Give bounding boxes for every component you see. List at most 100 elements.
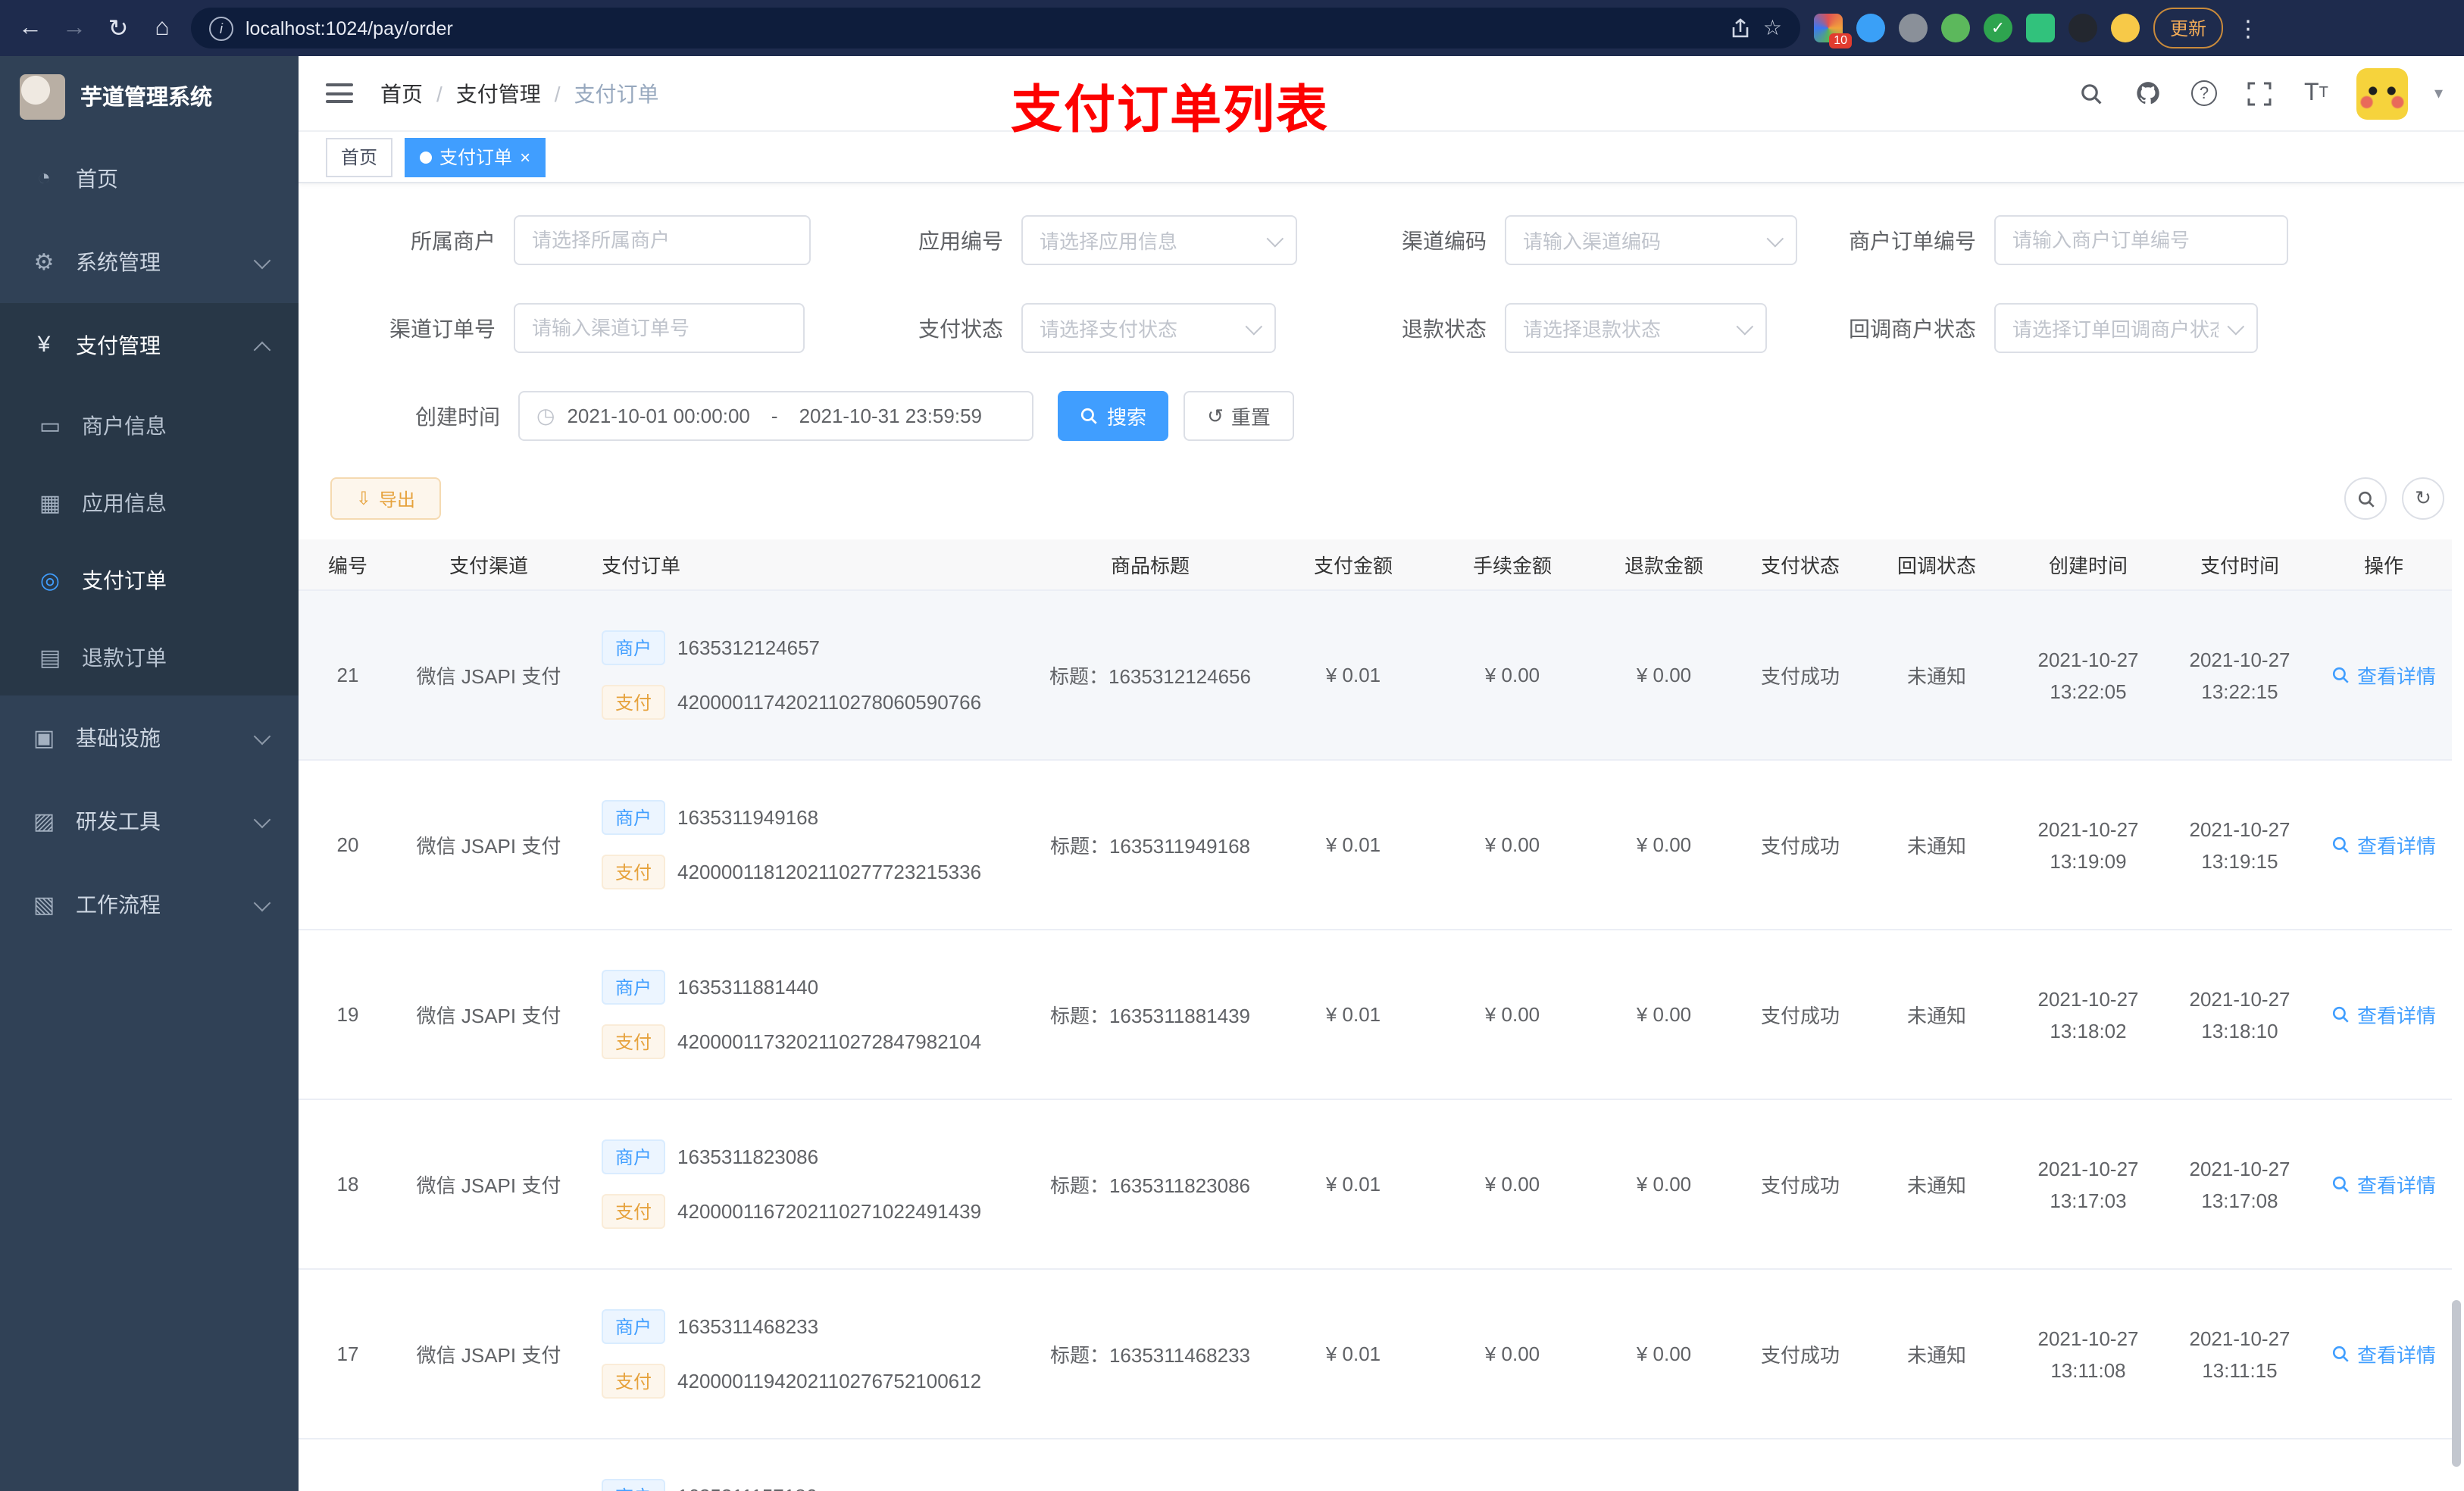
- view-detail-link[interactable]: 查看详情: [2331, 830, 2436, 859]
- pay-order-cell: 商户1635311157186 支付: [580, 1479, 1030, 1491]
- browser-menu-icon[interactable]: ⋮: [2237, 14, 2259, 42]
- product-title: 标题：1635311468233: [1049, 1344, 1251, 1367]
- tab-pay-order[interactable]: 支付订单 ×: [405, 137, 546, 177]
- home-icon[interactable]: ⌂: [147, 14, 177, 42]
- sidebar-item-payment[interactable]: ¥ 支付管理: [0, 303, 299, 386]
- callback-status-select[interactable]: 请选择订单回调商户状态: [1994, 303, 2258, 353]
- col-header: 支付订单: [602, 555, 681, 577]
- sidebar-item-system[interactable]: ⚙ 系统管理: [0, 220, 299, 303]
- view-detail-link[interactable]: 查看详情: [2331, 661, 2436, 689]
- help-icon[interactable]: ?: [2189, 80, 2219, 106]
- filter-callback-status: 回调商户状态 请选择订单回调商户状态: [1799, 303, 2258, 353]
- col-header: 创建时间: [2048, 555, 2128, 577]
- sidebar-item-refund-order[interactable]: ▤ 退款订单: [0, 618, 299, 695]
- extension-icon[interactable]: ✓: [1984, 14, 2012, 42]
- extension-icon[interactable]: [2111, 14, 2140, 42]
- merchant-order-no: 1635311823086: [677, 1146, 819, 1168]
- fullscreen-icon[interactable]: [2245, 81, 2275, 105]
- merchant-tag: 商户: [602, 970, 666, 1005]
- sidebar-item-merchant-info[interactable]: ▭ 商户信息: [0, 386, 299, 464]
- channel-order-no: 4200001167202110271022491439: [677, 1200, 982, 1223]
- extension-icon[interactable]: [1941, 14, 1970, 42]
- merchant-input[interactable]: [532, 229, 793, 252]
- refund-amount: ¥ 0.00: [1636, 1003, 1692, 1026]
- sidebar-item-home[interactable]: ◔ 首页: [0, 136, 299, 220]
- chevron-up-icon: [253, 341, 271, 359]
- address-bar[interactable]: i localhost:1024/pay/order ☆: [191, 8, 1800, 48]
- notify-status: 未通知: [1906, 1174, 1966, 1197]
- scrollbar-thumb[interactable]: [2452, 1300, 2461, 1467]
- sidebar-item-infrastructure[interactable]: ▣ 基础设施: [0, 695, 299, 779]
- breadcrumb-home[interactable]: 首页: [380, 78, 423, 108]
- font-size-icon[interactable]: TT: [2301, 80, 2331, 107]
- target-icon: ◎: [39, 567, 61, 593]
- pay-status: 支付成功: [1760, 1174, 1840, 1197]
- caret-down-icon[interactable]: ▾: [2434, 83, 2443, 103]
- export-button[interactable]: ⇩ 导出: [330, 477, 441, 520]
- extension-icon[interactable]: [2026, 14, 2055, 42]
- pay-order-cell: 商户 1635312124657 支付 4200001174202110278060…: [580, 630, 1030, 720]
- extension-icon[interactable]: [1899, 14, 1928, 42]
- collapse-sidebar-icon[interactable]: [326, 83, 353, 103]
- refund-status-select[interactable]: 请选择退款状态: [1505, 303, 1767, 353]
- app-logo: 芋道管理系统: [0, 56, 299, 136]
- date-end: 2021-10-31 23:59:59: [799, 405, 982, 427]
- share-icon[interactable]: [1731, 17, 1751, 39]
- pay-status-select[interactable]: 请选择支付状态: [1021, 303, 1276, 353]
- sidebar-item-workflow[interactable]: ▧ 工作流程: [0, 862, 299, 946]
- avatar[interactable]: [2356, 67, 2409, 119]
- pay-status: 支付成功: [1760, 665, 1840, 688]
- fee-amount: ¥ 0.00: [1484, 664, 1540, 686]
- sidebar-item-app-info[interactable]: ▦ 应用信息: [0, 464, 299, 541]
- github-icon[interactable]: [2133, 80, 2163, 106]
- breadcrumb-pay[interactable]: 支付管理: [456, 78, 541, 108]
- notify-status: 未通知: [1906, 835, 1966, 858]
- sidebar-item-devtools[interactable]: ▨ 研发工具: [0, 779, 299, 862]
- col-header: 支付渠道: [449, 555, 528, 577]
- refresh-icon[interactable]: ↻: [103, 13, 133, 43]
- actions-cell: 查看详情: [2315, 1170, 2452, 1199]
- product-title: 标题：1635312124656: [1049, 665, 1251, 688]
- pay-order-cell: 商户 1635311823086 支付 4200001167202110271022…: [580, 1139, 1030, 1229]
- app-select[interactable]: 请选择应用信息: [1021, 215, 1297, 265]
- extension-icon[interactable]: [2068, 14, 2097, 42]
- search-button[interactable]: 搜索: [1058, 391, 1168, 441]
- back-icon[interactable]: ←: [15, 14, 45, 42]
- date-range-input[interactable]: ◷ 2021-10-01 00:00:00 - 2021-10-31 23:59…: [518, 391, 1033, 441]
- view-detail-link[interactable]: 查看详情: [2331, 1339, 2436, 1368]
- update-button[interactable]: 更新: [2153, 8, 2224, 48]
- forward-icon[interactable]: →: [59, 14, 89, 42]
- toggle-search-button[interactable]: [2344, 477, 2387, 520]
- app-title: 芋道管理系统: [80, 86, 212, 111]
- product-title: 标题：1635311881439: [1049, 1005, 1251, 1027]
- col-header: 手续金额: [1472, 555, 1552, 577]
- fee-amount: ¥ 0.00: [1484, 1173, 1540, 1196]
- close-icon[interactable]: ×: [520, 148, 530, 166]
- merchant-order-no: 1635311157186: [677, 1485, 817, 1491]
- channel-code-select[interactable]: 请输入渠道编码: [1505, 215, 1797, 265]
- extension-icon[interactable]: 10: [1814, 14, 1852, 48]
- tags-view-bar: 首页 支付订单 ×: [299, 132, 2464, 183]
- filter-merchant: 所属商户: [359, 215, 811, 265]
- extension-icon[interactable]: [1856, 14, 1885, 42]
- sidebar-item-pay-order[interactable]: ◎ 支付订单: [0, 541, 299, 618]
- merchant-tag: 商户: [602, 800, 666, 835]
- extension-badge: 10: [1829, 33, 1852, 48]
- actions-cell: 查看详情: [2315, 830, 2452, 859]
- bookmark-star-icon[interactable]: ☆: [1763, 15, 1782, 41]
- channel-order-input[interactable]: [532, 317, 786, 339]
- view-detail-link[interactable]: 查看详情: [2331, 1000, 2436, 1029]
- main-area: 首页 / 支付管理 / 支付订单 支付订单列表 ? TT ▾ 首页 支付订单 ×…: [299, 56, 2464, 1491]
- view-detail-link[interactable]: 查看详情: [2331, 1170, 2436, 1199]
- tab-home[interactable]: 首页: [326, 137, 393, 177]
- fee-amount: ¥ 0.00: [1484, 1343, 1540, 1365]
- refresh-table-button[interactable]: ↻: [2402, 477, 2444, 520]
- page-content: 所属商户 应用编号 请选择应用信息 渠道编码 请输入渠道编码 商户订单编号 渠道…: [299, 183, 2464, 1491]
- site-info-icon[interactable]: i: [209, 16, 233, 40]
- merchant-order-input[interactable]: [2012, 229, 2270, 252]
- card-icon: ▭: [39, 413, 61, 439]
- reset-button[interactable]: ↺ 重置: [1184, 391, 1294, 441]
- clock-icon: ◷: [536, 403, 555, 427]
- refresh-icon: ↻: [2415, 486, 2431, 509]
- search-icon[interactable]: [2077, 81, 2107, 105]
